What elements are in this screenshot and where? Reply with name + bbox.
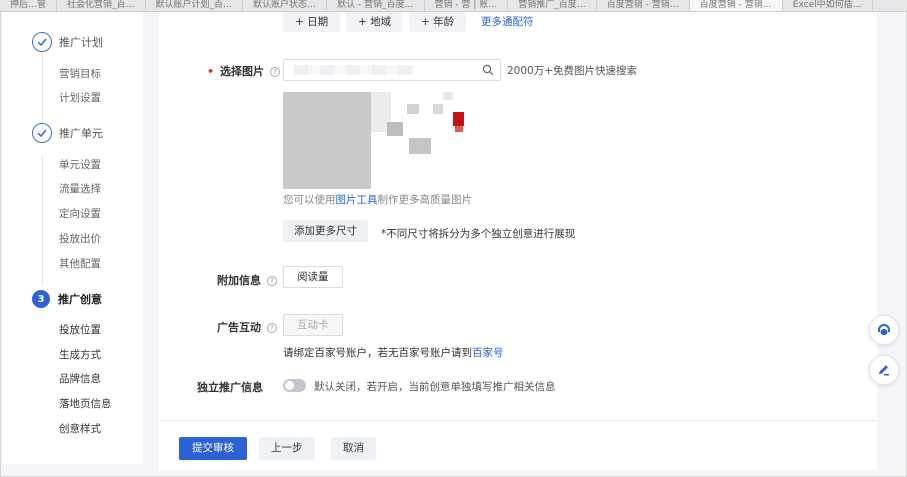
image-pixel: [433, 104, 443, 114]
sidebar-item-placement[interactable]: 投放位置: [59, 322, 101, 337]
add-date-button[interactable]: + 日期: [283, 12, 341, 32]
image-search-hint: 2000万+免费图片快速搜索: [507, 65, 638, 77]
step-plan[interactable]: 推广计划: [32, 32, 103, 52]
sidebar-item-brand-info[interactable]: 品牌信息: [59, 371, 101, 386]
selected-image-preview[interactable]: [283, 92, 371, 189]
browser-tab[interactable]: 默认账户状态…: [243, 0, 328, 11]
app-window: 推广计划 营销目标 计划设置 推广单元 单元设置 流量选择 定向设置 投放出价 …: [0, 12, 907, 477]
add-region-button[interactable]: + 地域: [346, 12, 404, 32]
customer-service-button[interactable]: [869, 315, 899, 345]
form-footer: 提交审核 上一步 取消: [159, 420, 877, 470]
sidebar-item-targeting[interactable]: 定向设置: [59, 206, 101, 221]
image-pixel: [387, 122, 403, 136]
browser-tab[interactable]: 押后…管: [0, 0, 58, 11]
select-image-label: • 选择图片?: [207, 63, 281, 79]
baijiahao-link[interactable]: 百家号: [472, 347, 504, 359]
independent-info-label: 独立推广信息: [197, 381, 263, 394]
step-label: 推广计划: [59, 36, 103, 49]
ad-interaction-label: 广告互动?: [217, 319, 277, 335]
previous-step-button[interactable]: 上一步: [259, 437, 315, 460]
read-count-chip[interactable]: 阅读量: [283, 266, 343, 288]
image-pixel: [409, 138, 431, 154]
sidebar-item-landing-page[interactable]: 落地页信息: [59, 396, 112, 411]
image-pixel: [407, 104, 419, 114]
search-icon[interactable]: [482, 64, 494, 76]
image-tool-note: 您可以使用图片工具制作更多高质量图片: [283, 194, 472, 206]
image-pixel: [455, 126, 463, 132]
sidebar-item-other[interactable]: 其他配置: [59, 256, 101, 271]
browser-tab[interactable]: 默认账户计划_百…: [146, 0, 244, 11]
creative-form: + 日期 + 地域 + 年龄 更多通配符 • 选择图片? 2000万+免费图片快速…: [159, 12, 877, 422]
browser-tab-active[interactable]: 百度营销 - 营销…: [689, 0, 783, 11]
more-wildcards-link[interactable]: 更多通配符: [469, 12, 546, 32]
add-more-sizes-button[interactable]: 添加更多尺寸: [283, 220, 368, 242]
sidebar-item-marketing-goal[interactable]: 营销目标: [59, 66, 101, 81]
feedback-edit-button[interactable]: [869, 355, 899, 385]
sidebar-item-unit-settings[interactable]: 单元设置: [59, 157, 101, 172]
edit-feedback-icon: [879, 365, 889, 376]
sidebar-item-generation[interactable]: 生成方式: [59, 347, 101, 362]
independent-info-desc: 默认关闭，若开启，当前创意单独填写推广相关信息: [314, 381, 556, 393]
required-mark: •: [207, 65, 215, 78]
interaction-card-chip[interactable]: 互动卡: [283, 314, 343, 336]
help-icon[interactable]: ?: [267, 323, 277, 333]
browser-tab[interactable]: 营销推广_百度…: [508, 0, 597, 11]
sidebar-item-plan-settings[interactable]: 计划设置: [59, 90, 101, 105]
add-age-button[interactable]: + 年龄: [409, 12, 467, 32]
help-icon[interactable]: ?: [270, 67, 281, 77]
independent-info-toggle[interactable]: [283, 379, 306, 392]
step-unit[interactable]: 推广单元: [32, 123, 103, 143]
customer-service-icon: [878, 324, 890, 335]
image-search-input[interactable]: [283, 59, 501, 81]
check-icon: [32, 123, 52, 143]
browser-tab[interactable]: 百度营销 - 营销…: [597, 0, 690, 11]
step-number-badge: 3: [32, 290, 50, 308]
submit-review-button[interactable]: 提交审核: [179, 437, 247, 460]
check-icon: [32, 32, 52, 52]
step-label: 推广创意: [58, 293, 102, 306]
search-input-value: [294, 65, 414, 75]
browser-tab[interactable]: 社会化营销_百…: [57, 0, 146, 11]
step-sidebar: 推广计划 营销目标 计划设置 推广单元 单元设置 流量选择 定向设置 投放出价 …: [2, 12, 143, 464]
browser-tab[interactable]: 默认 - 营销_百度…: [327, 0, 425, 11]
help-icon[interactable]: ?: [267, 276, 277, 286]
sidebar-item-creative-style[interactable]: 创意样式: [59, 421, 101, 436]
image-tool-link[interactable]: 图片工具: [336, 194, 378, 206]
browser-tab[interactable]: 营销 - 营 | 账…: [425, 0, 509, 11]
sidebar-item-traffic[interactable]: 流量选择: [59, 181, 101, 196]
step-connector: [42, 50, 43, 130]
sidebar-item-bidding[interactable]: 投放出价: [59, 231, 101, 246]
browser-tab-strip: 押后…管 社会化营销_百… 默认账户计划_百… 默认账户状态… 默认 - 营销_百度… 营…: [0, 0, 907, 12]
extra-info-label: 附加信息?: [217, 272, 277, 288]
image-pixel: [453, 112, 464, 126]
step-creative[interactable]: 3 推广创意: [32, 290, 102, 308]
step-label: 推广单元: [59, 127, 103, 140]
image-pixel: [443, 92, 453, 100]
cancel-button[interactable]: 取消: [331, 437, 376, 460]
step-connector: [42, 156, 43, 286]
sizes-tip: *不同尺寸将拆分为多个独立创意进行展现: [381, 228, 576, 240]
browser-tab[interactable]: Excel中如何插…: [783, 0, 873, 11]
baijiahao-bind-hint: 请绑定百家号账户，若无百家号账户请到百家号: [283, 347, 504, 359]
